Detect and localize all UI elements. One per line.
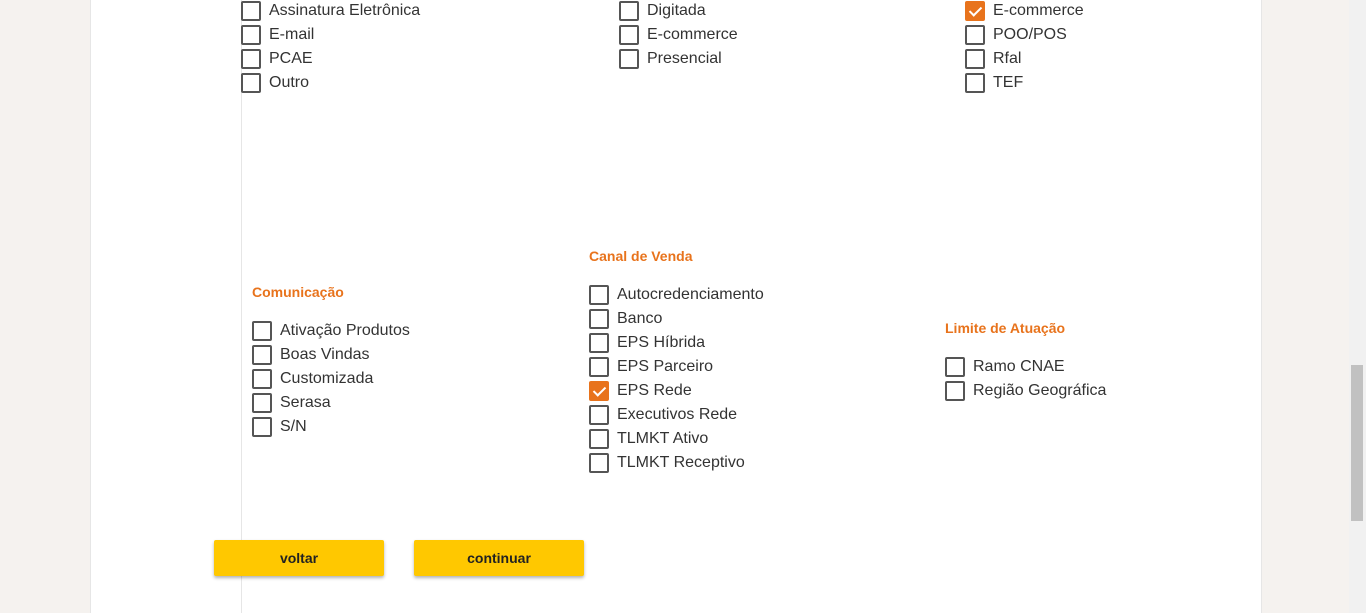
limite-atuacao-list: Ramo CNAE Região Geográfica <box>945 355 1106 403</box>
checkbox-label: TEF <box>993 74 1024 91</box>
checkbox[interactable] <box>252 345 272 365</box>
checkbox-label: Digitada <box>647 2 706 19</box>
checkbox[interactable] <box>589 453 609 473</box>
checkbox-row[interactable]: Rfal <box>965 47 1084 71</box>
checkbox-row[interactable]: Ativação Produtos <box>252 319 410 343</box>
canal-venda-heading: Canal de Venda <box>589 248 693 264</box>
checkbox[interactable] <box>965 25 985 45</box>
checkbox-row[interactable]: Ramo CNAE <box>945 355 1106 379</box>
checkbox-row[interactable]: E-commerce <box>619 23 738 47</box>
checkbox-label: Customizada <box>280 370 374 387</box>
checkbox[interactable] <box>252 369 272 389</box>
checkbox-row[interactable]: Autocredenciamento <box>589 283 764 307</box>
comunicacao-group: Comunicação Ativação Produtos Boas Vindas… <box>252 283 410 439</box>
checkbox-label: E-mail <box>269 26 315 43</box>
limite-atuacao-heading: Limite de Atuação <box>945 320 1066 336</box>
top-column-3: E-commerce POO/POS Rfal TEF <box>965 0 1084 95</box>
checkbox-label: POO/POS <box>993 26 1067 43</box>
checkbox-label: Assinatura Eletrônica <box>269 2 421 19</box>
checkbox-row[interactable]: TEF <box>965 71 1084 95</box>
checkbox-row[interactable]: Assinatura Eletrônica <box>241 0 420 23</box>
checkbox[interactable] <box>589 309 609 329</box>
checkbox-row[interactable]: Outro <box>241 71 420 95</box>
checkbox[interactable] <box>252 321 272 341</box>
checkbox-row[interactable]: EPS Parceiro <box>589 355 764 379</box>
canal-venda-list: Autocredenciamento Banco EPS Híbrida EPS Pa… <box>589 283 764 475</box>
checkbox-label: E-commerce <box>993 2 1084 19</box>
checkbox[interactable] <box>252 393 272 413</box>
checkbox-label: Ativação Produtos <box>280 322 410 339</box>
checkbox-row[interactable]: E-mail <box>241 23 420 47</box>
checkbox[interactable] <box>965 73 985 93</box>
checkbox-checked[interactable] <box>965 1 985 21</box>
checkbox-row[interactable]: Customizada <box>252 367 410 391</box>
checkbox[interactable] <box>241 1 261 21</box>
checkbox-label: Boas Vindas <box>280 346 370 363</box>
checkbox[interactable] <box>589 333 609 353</box>
checkbox[interactable] <box>589 357 609 377</box>
checkbox[interactable] <box>241 49 261 69</box>
checkbox[interactable] <box>945 357 965 377</box>
checkbox-row[interactable]: POO/POS <box>965 23 1084 47</box>
checkbox-label: EPS Parceiro <box>617 358 714 375</box>
checkbox-label: Autocredenciamento <box>617 286 764 303</box>
checkbox-row[interactable]: EPS Híbrida <box>589 331 764 355</box>
top-column-1: Assinatura Eletrônica E-mail PCAE Outro <box>241 0 420 95</box>
checkbox-label: Presencial <box>647 50 722 67</box>
comunicacao-heading: Comunicação <box>252 284 344 300</box>
checkbox-row[interactable]: PCAE <box>241 47 420 71</box>
checkbox[interactable] <box>945 381 965 401</box>
checkbox[interactable] <box>589 429 609 449</box>
limite-atuacao-group: Limite de Atuação Ramo CNAE Região Geográ… <box>945 319 1106 403</box>
checkbox-label: Serasa <box>280 394 331 411</box>
comunicacao-list: Ativação Produtos Boas Vindas Customizada S… <box>252 319 410 439</box>
checkbox-label: Ramo CNAE <box>973 358 1065 375</box>
checkbox-row[interactable]: Digitada <box>619 0 738 23</box>
checkbox-label: TLMKT Ativo <box>617 430 709 447</box>
vertical-scrollbar[interactable] <box>1349 0 1366 613</box>
checkbox[interactable] <box>241 25 261 45</box>
checkbox-row[interactable]: TLMKT Receptivo <box>589 451 764 475</box>
checkbox-label: S/N <box>280 418 307 435</box>
checkbox[interactable] <box>589 405 609 425</box>
checkbox-row[interactable]: Serasa <box>252 391 410 415</box>
checkbox[interactable] <box>619 1 639 21</box>
checkbox-label: Executivos Rede <box>617 406 738 423</box>
checkbox-checked[interactable] <box>589 381 609 401</box>
checkbox-row[interactable]: S/N <box>252 415 410 439</box>
checkbox-label: Rfal <box>993 50 1022 67</box>
checkbox[interactable] <box>619 25 639 45</box>
checkbox[interactable] <box>589 285 609 305</box>
checkbox-label: Outro <box>269 74 310 91</box>
continue-button[interactable]: continuar <box>414 540 584 576</box>
checkbox-row[interactable]: TLMKT Ativo <box>589 427 764 451</box>
checkbox-label: E-commerce <box>647 26 738 43</box>
checkbox[interactable] <box>619 49 639 69</box>
checkbox-row[interactable]: Executivos Rede <box>589 403 764 427</box>
checkbox-row[interactable]: EPS Rede <box>589 379 764 403</box>
checkbox-row[interactable]: Presencial <box>619 47 738 71</box>
checkbox-label: PCAE <box>269 50 313 67</box>
top-column-2: Digitada E-commerce Presencial <box>619 0 738 71</box>
checkbox-label: EPS Rede <box>617 382 692 399</box>
checkbox-label: Banco <box>617 310 663 327</box>
checkbox-row[interactable]: Banco <box>589 307 764 331</box>
checkbox-label: Região Geográfica <box>973 382 1107 399</box>
checkbox-row[interactable]: Região Geográfica <box>945 379 1106 403</box>
canal-venda-group: Canal de Venda Autocredenciamento Banco EP… <box>589 247 764 475</box>
checkbox-label: EPS Híbrida <box>617 334 706 351</box>
checkbox-row[interactable]: Boas Vindas <box>252 343 410 367</box>
checkbox[interactable] <box>241 73 261 93</box>
checkbox-label: TLMKT Receptivo <box>617 454 745 471</box>
checkbox-row[interactable]: E-commerce <box>965 0 1084 23</box>
scrollbar-thumb[interactable] <box>1351 365 1363 521</box>
checkbox[interactable] <box>965 49 985 69</box>
back-button[interactable]: voltar <box>214 540 384 576</box>
checkbox[interactable] <box>252 417 272 437</box>
